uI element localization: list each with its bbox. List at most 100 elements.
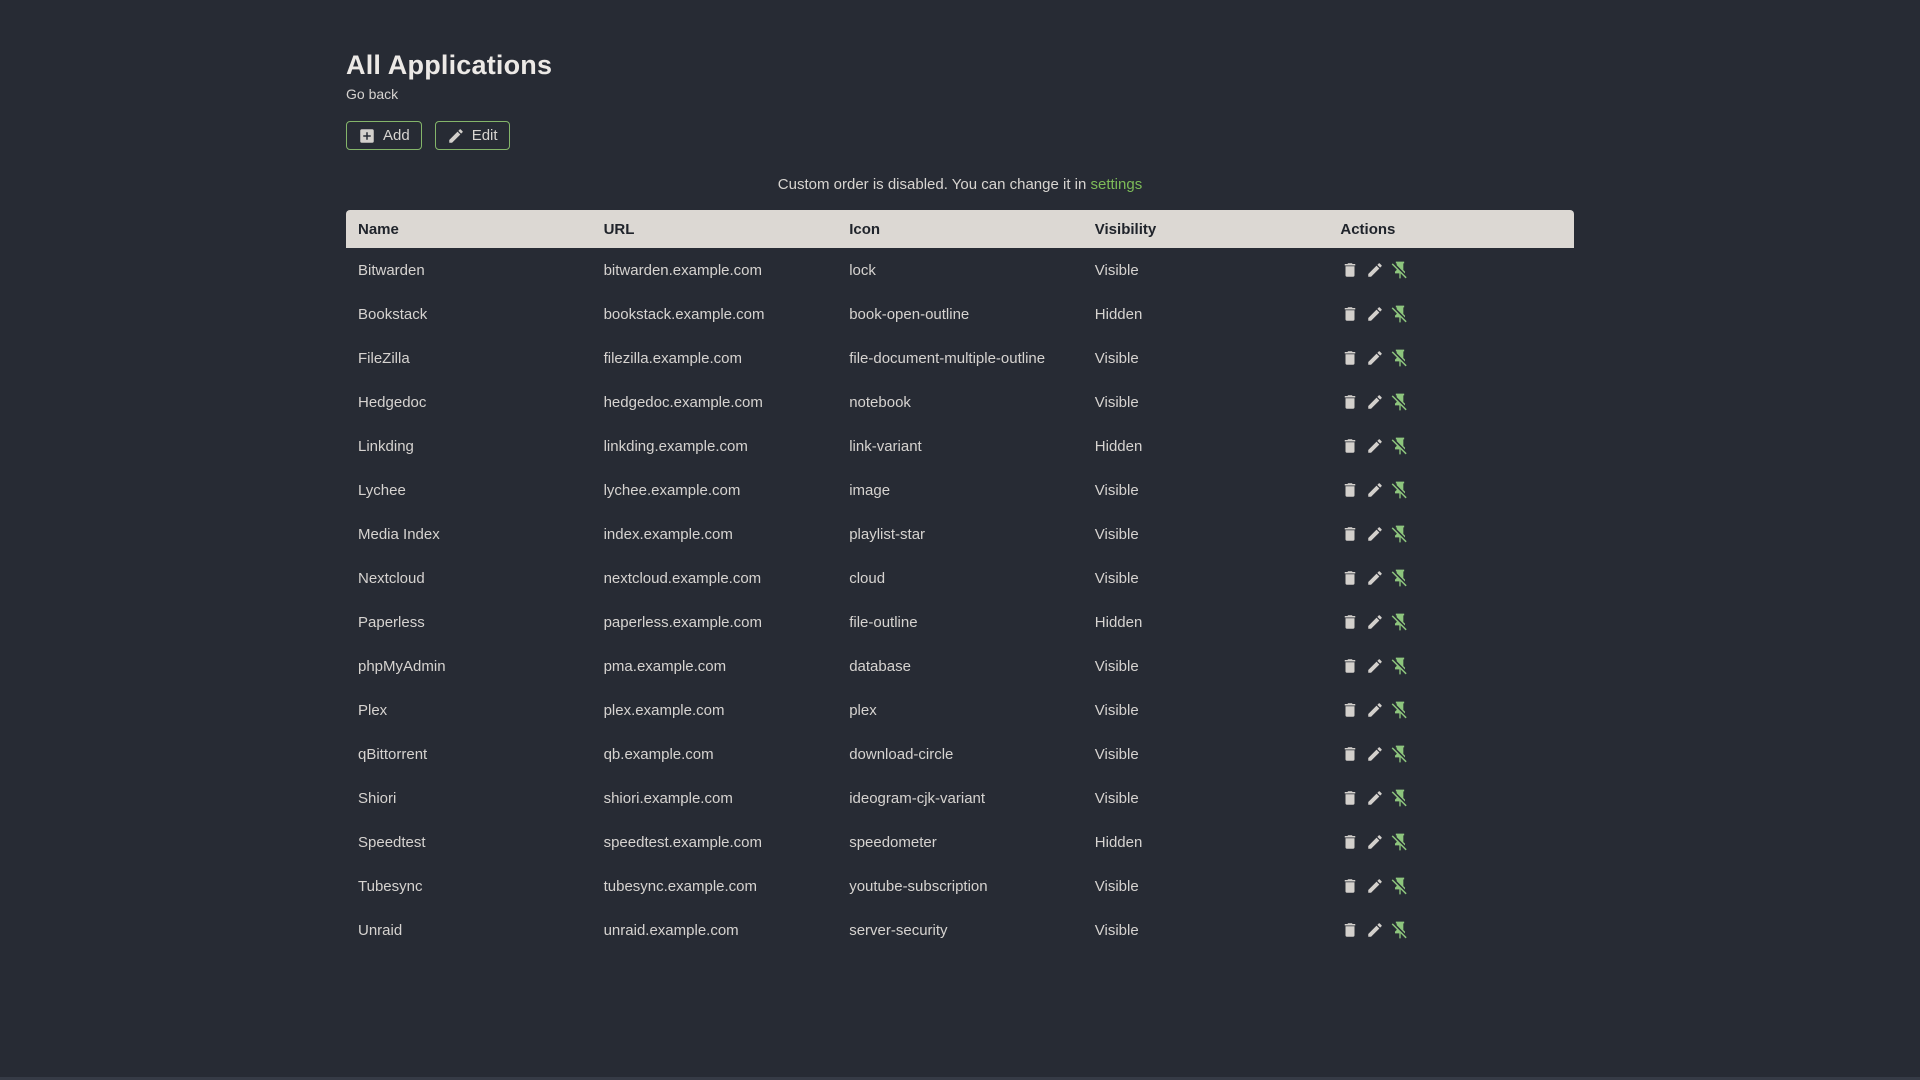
pin-off-icon[interactable] [1390,348,1410,368]
pin-off-icon[interactable] [1390,304,1410,324]
pin-off-icon[interactable] [1390,612,1410,632]
pencil-icon[interactable] [1365,304,1385,324]
delete-icon[interactable] [1340,480,1360,500]
row-actions [1340,556,1562,600]
app-icon-name: cloud [849,569,886,587]
pin-off-icon[interactable] [1390,392,1410,412]
app-icon-name: speedometer [849,833,937,851]
pin-off-icon[interactable] [1390,700,1410,720]
delete-icon[interactable] [1340,304,1360,324]
pin-off-icon[interactable] [1390,260,1410,280]
column-header-actions: Actions [1328,210,1574,249]
delete-icon[interactable] [1340,436,1360,456]
add-button[interactable]: Add [346,121,422,151]
delete-icon[interactable] [1340,568,1360,588]
app-name: Hedgedoc [358,393,427,411]
pencil-icon[interactable] [1365,392,1385,412]
pin-off-icon[interactable] [1390,568,1410,588]
app-icon-name: link-variant [849,437,922,455]
pencil-icon[interactable] [1365,876,1385,896]
pencil-icon[interactable] [1365,744,1385,764]
delete-icon[interactable] [1340,392,1360,412]
app-icon-name: ideogram-cjk-variant [849,789,986,807]
app-visibility: Visible [1094,261,1139,279]
go-back-link[interactable]: Go back [346,86,398,102]
delete-icon[interactable] [1340,876,1360,896]
app-url: paperless.example.com [603,613,763,631]
row-actions [1340,512,1562,556]
app-url: bitwarden.example.com [603,261,763,279]
delete-icon[interactable] [1340,920,1360,940]
pin-off-icon[interactable] [1390,876,1410,896]
app-name: Lychee [358,481,406,499]
delete-icon[interactable] [1340,832,1360,852]
row-actions [1340,688,1562,732]
app-visibility: Visible [1094,481,1139,499]
app-url: hedgedoc.example.com [603,393,763,411]
app-visibility: Hidden [1094,833,1143,851]
app-name: Speedtest [358,833,426,851]
app-visibility: Hidden [1094,613,1143,631]
pin-off-icon[interactable] [1390,920,1410,940]
app-name: Nextcloud [358,569,425,587]
pin-off-icon[interactable] [1390,524,1410,544]
app-url: plex.example.com [603,701,725,719]
add-button-label: Add [383,127,410,145]
pencil-icon[interactable] [1365,524,1385,544]
pin-off-icon[interactable] [1390,436,1410,456]
page-title: All Applications [346,50,553,80]
app-name: qBittorrent [358,745,428,763]
delete-icon[interactable] [1340,260,1360,280]
app-icon-name: book-open-outline [849,305,970,323]
pencil-icon[interactable] [1365,568,1385,588]
table-row: Shiori shiori.example.com ideogram-cjk-v… [346,776,1574,820]
delete-icon[interactable] [1340,788,1360,808]
delete-icon[interactable] [1340,700,1360,720]
pencil-icon[interactable] [1365,920,1385,940]
app-icon-name: server-security [849,921,948,939]
app-visibility: Visible [1094,525,1139,543]
pencil-icon[interactable] [1365,700,1385,720]
pencil-icon[interactable] [1365,480,1385,500]
applications-table: Name URL Icon Visibility Actions Bitward… [346,210,1574,952]
delete-icon[interactable] [1340,612,1360,632]
app-name: Shiori [358,789,397,807]
delete-icon[interactable] [1340,348,1360,368]
pin-off-icon[interactable] [1390,744,1410,764]
pencil-icon[interactable] [1365,612,1385,632]
edit-button[interactable]: Edit [434,121,510,151]
app-visibility: Hidden [1094,437,1143,455]
delete-icon[interactable] [1340,524,1360,544]
row-actions [1340,248,1562,292]
app-url: linkding.example.com [603,437,748,455]
app-visibility: Visible [1094,921,1139,939]
table-header: Name URL Icon Visibility Actions [346,210,1574,249]
column-header-visibility: Visibility [1082,210,1329,249]
app-url: pma.example.com [603,657,727,675]
delete-icon[interactable] [1340,656,1360,676]
app-url: lychee.example.com [603,481,741,499]
pencil-icon[interactable] [1365,788,1385,808]
custom-order-notice: Custom order is disabled. You can change… [346,176,1574,193]
app-url: nextcloud.example.com [603,569,762,587]
pin-off-icon[interactable] [1390,788,1410,808]
pencil-icon[interactable] [1365,436,1385,456]
pin-off-icon[interactable] [1390,832,1410,852]
app-name: Unraid [358,921,403,939]
pin-off-icon[interactable] [1390,480,1410,500]
pencil-icon[interactable] [1365,260,1385,280]
row-actions [1340,908,1562,952]
pin-off-icon[interactable] [1390,656,1410,676]
pencil-icon[interactable] [1365,348,1385,368]
settings-link[interactable]: settings [1091,176,1143,193]
plus-box-icon [360,128,374,143]
column-header-name: Name [346,210,592,249]
pencil-icon[interactable] [1365,656,1385,676]
delete-icon[interactable] [1340,744,1360,764]
table-row: Lychee lychee.example.com image Visible [346,468,1574,512]
column-header-icon: Icon [837,210,1083,249]
pencil-icon[interactable] [1365,832,1385,852]
app-icon-name: database [849,657,911,675]
table-row: Linkding linkding.example.com link-varia… [346,424,1574,468]
pencil-icon [448,128,463,143]
